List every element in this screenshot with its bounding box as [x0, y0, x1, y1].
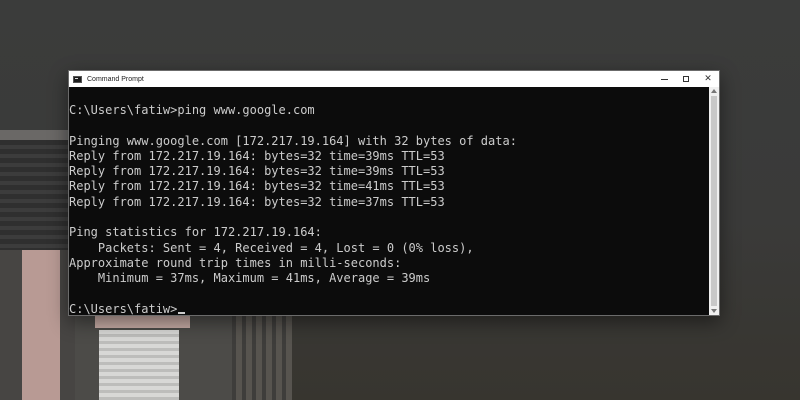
console-line: Reply from 172.217.19.164: bytes=32 time…	[69, 179, 445, 194]
close-button[interactable]: ✕	[697, 71, 719, 87]
console-line: Minimum = 37ms, Maximum = 41ms, Average …	[69, 271, 431, 286]
console-line: Pinging www.google.com [172.217.19.164] …	[69, 133, 517, 148]
title-bar[interactable]: Command Prompt ✕	[69, 71, 719, 87]
close-icon: ✕	[704, 73, 712, 84]
console-line: Reply from 172.217.19.164: bytes=32 time…	[69, 194, 445, 209]
console-output[interactable]: C:\Users\fatiw>ping www.google.com Pingi…	[69, 87, 709, 315]
wallpaper-shutter-door	[99, 330, 179, 400]
scroll-thumb[interactable]	[711, 96, 717, 306]
maximize-button[interactable]	[675, 71, 697, 87]
current-prompt[interactable]: C:\Users\fatiw>	[69, 302, 709, 315]
minimize-button[interactable]	[653, 71, 675, 87]
console-line: Ping statistics for 172.217.19.164:	[69, 225, 322, 240]
console-line: Packets: Sent = 4, Received = 4, Lost = …	[69, 240, 474, 255]
minimize-icon	[660, 78, 668, 80]
console-line: Reply from 172.217.19.164: bytes=32 time…	[69, 164, 445, 179]
scroll-down-arrow-icon[interactable]	[711, 309, 717, 313]
window-controls: ✕	[653, 71, 719, 87]
console-line: C:\Users\fatiw>ping www.google.com	[69, 103, 315, 117]
maximize-icon	[683, 76, 689, 82]
prompt-text: C:\Users\fatiw>	[69, 301, 178, 315]
console-line: Approximate round trip times in milli-se…	[69, 255, 402, 270]
console-line: Reply from 172.217.19.164: bytes=32 time…	[69, 148, 445, 163]
text-cursor	[178, 311, 186, 314]
window-title: Command Prompt	[87, 75, 144, 83]
scroll-up-arrow-icon[interactable]	[711, 89, 717, 93]
wallpaper-building-left	[0, 130, 75, 400]
vertical-scrollbar[interactable]	[709, 87, 719, 315]
command-prompt-icon[interactable]	[73, 75, 82, 83]
command-prompt-window[interactable]: Command Prompt ✕ C:\Users\fatiw>ping www…	[68, 70, 720, 316]
wallpaper-building-right	[232, 315, 292, 400]
